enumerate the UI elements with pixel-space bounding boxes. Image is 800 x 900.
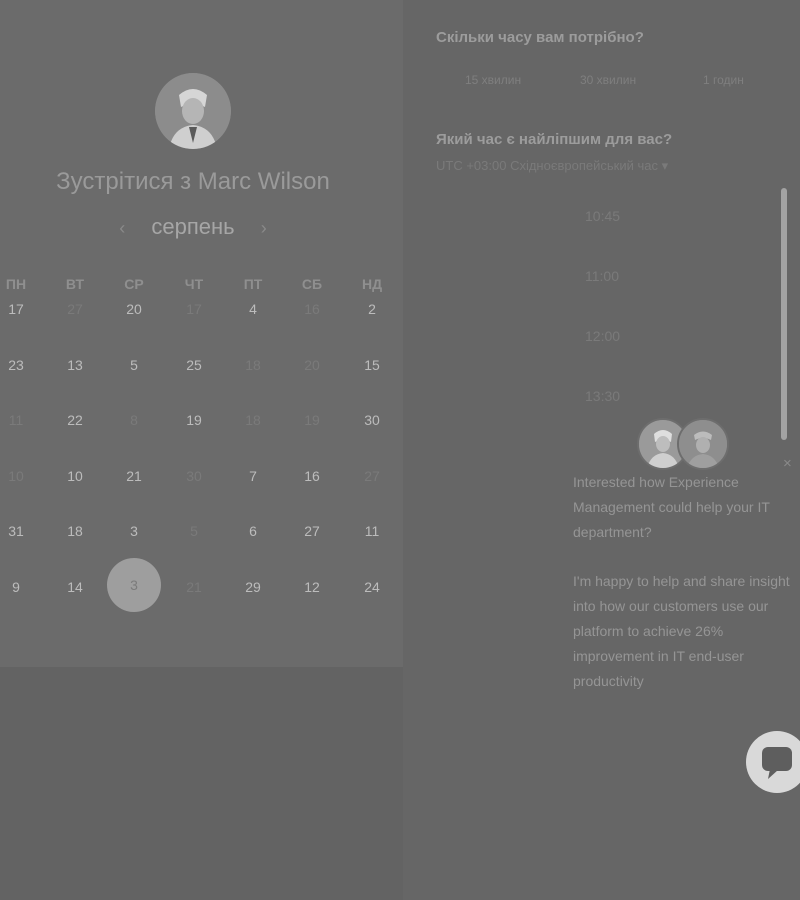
calendar-day[interactable]: 12: [292, 579, 332, 595]
timezone-select[interactable]: UTC +03:00 Східноєвропейський час ▾: [436, 158, 668, 174]
calendar-day: 17: [186, 301, 202, 317]
calendar-day: 30: [186, 468, 202, 484]
calendar-day[interactable]: 11: [352, 523, 392, 539]
calendar-day: 18: [245, 412, 261, 428]
calendar-day: 19: [304, 412, 320, 428]
calendar-day[interactable]: 17: [0, 301, 36, 317]
weekday-header: НД: [361, 276, 383, 292]
chat-launcher-button[interactable]: [746, 731, 800, 793]
duration-option-15[interactable]: 15 хвилин: [465, 73, 521, 87]
calendar-day[interactable]: 15: [352, 357, 392, 373]
agent-portrait-icon: [679, 420, 727, 468]
calendar-day[interactable]: 21: [114, 468, 154, 484]
duration-heading: Скільки часу вам потрібно?: [436, 29, 644, 46]
calendar-day[interactable]: 14: [55, 579, 95, 595]
calendar-day-selected[interactable]: 3: [107, 558, 161, 612]
calendar-day[interactable]: 10: [55, 468, 95, 484]
calendar-day[interactable]: 29: [233, 579, 273, 595]
chat-bubble-icon: [762, 747, 792, 779]
calendar-day[interactable]: 22: [55, 412, 95, 428]
calendar-day[interactable]: 6: [233, 523, 273, 539]
calendar-day[interactable]: 23: [0, 357, 36, 373]
calendar-day[interactable]: 5: [114, 357, 154, 373]
weekday-header: ЧТ: [184, 276, 204, 292]
calendar-day[interactable]: 3: [114, 523, 154, 539]
weekday-header: СБ: [301, 276, 323, 292]
month-label: серпень: [151, 214, 235, 239]
calendar-day[interactable]: 30: [352, 412, 392, 428]
chevron-right-icon[interactable]: ›: [241, 218, 287, 238]
weekday-header: ВТ: [65, 276, 85, 292]
calendar-day: 27: [67, 301, 83, 317]
calendar-day[interactable]: 25: [174, 357, 214, 373]
calendar-day: 11: [8, 412, 24, 428]
host-portrait-icon: [155, 73, 231, 149]
calendar-day: 10: [8, 468, 24, 484]
duration-option-60[interactable]: 1 годин: [703, 73, 744, 87]
time-heading: Який час є найліпшим для вас?: [436, 131, 673, 148]
calendar-day[interactable]: 2: [352, 301, 392, 317]
calendar-day: 27: [364, 468, 380, 484]
calendar-day: 18: [245, 357, 261, 373]
calendar-day[interactable]: 16: [292, 468, 332, 484]
calendar-day[interactable]: 13: [55, 357, 95, 373]
duration-option-30[interactable]: 30 хвилин: [580, 73, 636, 87]
calendar-day: 5: [190, 523, 198, 539]
chevron-left-icon[interactable]: ‹: [99, 218, 145, 238]
weekday-header: ПТ: [243, 276, 263, 292]
calendar-day[interactable]: 19: [174, 412, 214, 428]
host-avatar: [155, 73, 231, 149]
meeting-title: Зустрітися з Marc Wilson: [56, 168, 330, 195]
calendar-day: 21: [186, 579, 202, 595]
time-slot[interactable]: 12:00: [585, 328, 620, 344]
timezone-label: UTC +03:00 Східноєвропейський час: [436, 158, 658, 173]
calendar-day[interactable]: 27: [292, 523, 332, 539]
calendar-day[interactable]: 9: [0, 579, 36, 595]
calendar-day: 8: [130, 412, 138, 428]
calendar-day[interactable]: 20: [114, 301, 154, 317]
calendar-day: 16: [304, 301, 320, 317]
scrollbar[interactable]: [781, 188, 787, 440]
chat-message: I'm happy to help and share insight into…: [573, 573, 790, 689]
time-slot[interactable]: 11:00: [585, 268, 619, 284]
agent-avatar: [677, 418, 729, 470]
calendar-day[interactable]: 7: [233, 468, 273, 484]
weekday-header: ПН: [5, 276, 27, 292]
calendar-day[interactable]: 31: [0, 523, 36, 539]
time-slot[interactable]: 13:30: [585, 388, 620, 404]
calendar-day: 20: [304, 357, 320, 373]
month-navigation: ‹ серпень ›: [0, 214, 386, 240]
calendar-day[interactable]: 4: [233, 301, 273, 317]
weekday-header: СР: [124, 276, 144, 292]
calendar-day[interactable]: 18: [55, 523, 95, 539]
time-slot[interactable]: 10:45: [585, 208, 620, 224]
chat-message: Interested how Experience Management cou…: [573, 474, 770, 540]
chevron-down-icon: ▾: [661, 158, 669, 173]
calendar-day[interactable]: 24: [352, 579, 392, 595]
